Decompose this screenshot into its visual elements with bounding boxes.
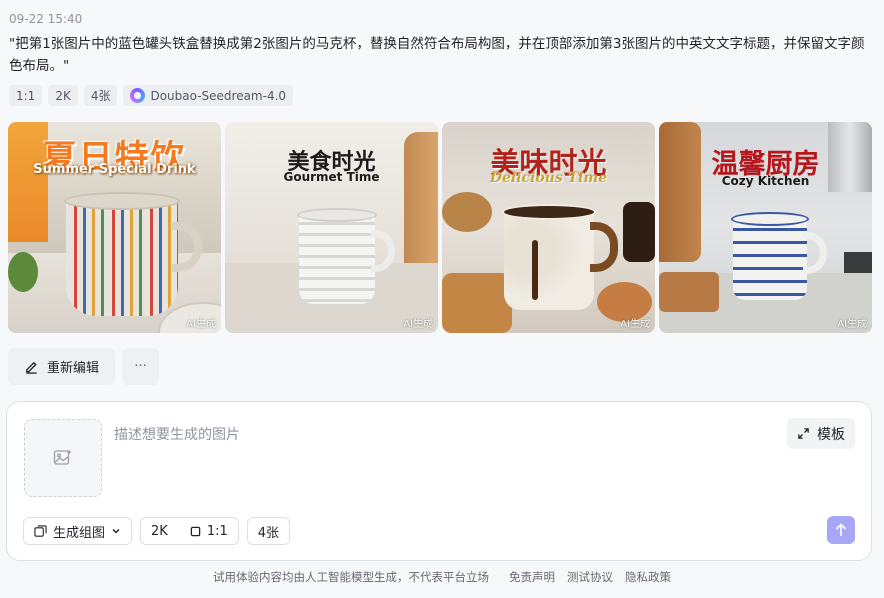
send-button[interactable] — [827, 516, 855, 544]
doubao-logo-icon — [130, 88, 146, 103]
privacy-policy-link[interactable]: 隐私政策 — [625, 569, 671, 585]
template-button[interactable]: 模板 — [787, 418, 855, 449]
generation-mode-label: 生成组图 — [53, 525, 106, 541]
chevron-down-icon — [112, 529, 120, 534]
generated-image-3[interactable]: 美味时光 Delicious Time AI生成 — [442, 122, 655, 333]
generated-image-2[interactable]: 美食时光 Gourmet Time AI生成 — [225, 122, 438, 333]
tag-count: 4张 — [83, 85, 118, 106]
message-timestamp: 09-22 15:40 — [9, 12, 83, 26]
image-title-en: Gourmet Time — [283, 170, 380, 184]
tag-ratio: 1:1 — [9, 85, 43, 106]
generation-tags: 1:1 2K 4张 Doubao-Seedream-4.0 — [9, 85, 294, 106]
prompt-composer: 描述想要生成的图片 模板 生成组图 2K 1:1 4张 — [6, 401, 872, 561]
aspect-ratio-icon — [190, 526, 201, 536]
template-label: 模板 — [817, 426, 845, 443]
image-title-en: Delicious Time — [489, 170, 608, 186]
image-gallery: 夏日特饮 Summer Special Drink AI生成 美食时光 Gour… — [8, 122, 872, 333]
test-agreement-link[interactable]: 测试协议 — [567, 569, 613, 585]
ai-generated-badge: AI生成 — [837, 319, 867, 330]
more-options-button[interactable]: ··· — [122, 348, 160, 385]
expand-icon — [798, 428, 809, 439]
reedit-label: 重新编辑 — [47, 361, 100, 376]
footer: 试用体验内容均由人工智能模型生成，不代表平台立场 免责声明 测试协议 隐私政策 — [0, 569, 884, 585]
add-image-icon — [53, 450, 71, 465]
prompt-text: "把第1张图片中的蓝色罐头铁盒替换成第2张图片的马克杯，替换自然符合布局构图，并… — [9, 36, 865, 74]
ratio-value: 1:1 — [206, 523, 228, 539]
tag-model: Doubao-Seedream-4.0 — [123, 85, 294, 106]
prompt-input[interactable]: 描述想要生成的图片 — [114, 424, 240, 444]
composer-toolbar: 生成组图 2K 1:1 4张 — [23, 517, 291, 545]
reedit-button[interactable]: 重新编辑 — [8, 348, 116, 385]
ai-generated-badge: AI生成 — [620, 319, 650, 330]
edit-pencil-icon — [26, 361, 37, 374]
ai-generated-badge: AI生成 — [186, 319, 216, 330]
model-name: Doubao-Seedream-4.0 — [150, 88, 287, 103]
generated-image-1[interactable]: 夏日特饮 Summer Special Drink AI生成 — [8, 122, 221, 333]
image-title-en: Summer Special Drink — [33, 162, 196, 177]
image-upload-slot[interactable] — [24, 419, 102, 497]
message-actions: 重新编辑 ··· — [8, 348, 160, 385]
image-title-en: Cozy Kitchen — [721, 174, 810, 188]
image-count-button[interactable]: 4张 — [246, 517, 291, 545]
size-settings-button[interactable]: 2K 1:1 — [140, 517, 239, 545]
tag-resolution: 2K — [48, 85, 78, 106]
generation-mode-dropdown[interactable]: 生成组图 — [23, 517, 133, 545]
ai-generated-badge: AI生成 — [403, 319, 433, 330]
image-group-icon — [34, 524, 47, 537]
disclaimer-link[interactable]: 免责声明 — [509, 569, 555, 585]
generated-image-4[interactable]: 温馨厨房 Cozy Kitchen AI生成 — [659, 122, 872, 333]
ai-disclaimer: 试用体验内容均由人工智能模型生成，不代表平台立场 — [213, 570, 489, 584]
resolution-value: 2K — [151, 523, 168, 539]
arrow-up-icon — [835, 523, 847, 536]
